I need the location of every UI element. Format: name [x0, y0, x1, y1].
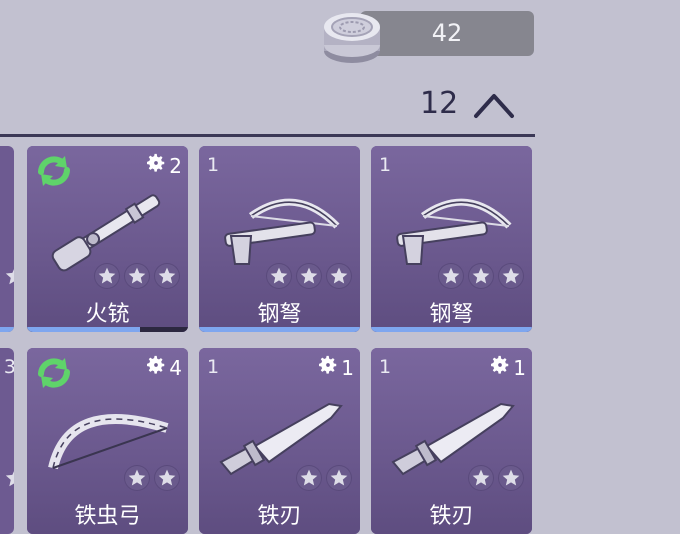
progress-fill — [371, 327, 532, 332]
item-count: 1 — [379, 154, 392, 176]
silver-coin-icon — [320, 5, 384, 69]
star-icon — [94, 263, 120, 289]
star-rating — [438, 263, 524, 289]
star-rating — [296, 465, 352, 491]
item-name: 铁虫弓 — [74, 504, 141, 529]
refresh-icon — [31, 152, 77, 190]
gear-icon — [489, 354, 511, 381]
item-name: 铁刃 — [257, 504, 302, 529]
gear-level: 1 — [489, 354, 526, 381]
star-icon — [296, 263, 322, 289]
currency-value: 42 — [431, 19, 463, 47]
star-icon — [154, 263, 180, 289]
gear-level-value: 2 — [169, 153, 182, 178]
star-rating — [94, 263, 180, 289]
star-icon — [124, 465, 150, 491]
star-icon — [468, 263, 494, 289]
gear-level-value: 1 — [513, 355, 526, 380]
inventory-card[interactable]: 1 钢弩 — [199, 146, 360, 332]
star-icon — [326, 263, 352, 289]
gear-icon — [317, 354, 339, 381]
star-icon — [266, 263, 292, 289]
header-divider — [0, 134, 535, 137]
inventory-card[interactable]: 4 铁虫弓 — [27, 348, 188, 534]
item-name: 火铳 — [85, 302, 130, 327]
star-icon — [498, 263, 524, 289]
progress-bar — [0, 327, 14, 332]
refresh-icon — [31, 354, 77, 392]
star-rating — [468, 465, 524, 491]
partial-card[interactable]: 3 — [0, 348, 14, 534]
gear-level: 1 — [317, 354, 354, 381]
item-count: 1 — [379, 356, 392, 378]
gear-level: 2 — [145, 152, 182, 179]
item-name: 铁刃 — [429, 504, 474, 529]
gear-icon — [145, 152, 167, 179]
item-count: 1 — [207, 154, 220, 176]
item-count: 3 — [3, 356, 14, 378]
star-icon — [4, 265, 14, 291]
progress-bar — [27, 327, 188, 332]
partial-card[interactable] — [0, 146, 14, 332]
item-count: 1 — [207, 356, 220, 378]
star-icon — [326, 465, 352, 491]
item-name: 钢弩 — [429, 302, 474, 327]
chevron-up-icon — [474, 94, 514, 118]
star-icon — [124, 263, 150, 289]
progress-bar — [371, 327, 532, 332]
inventory-card[interactable]: 1 1 铁刃 — [371, 348, 532, 534]
gear-level-value: 4 — [169, 355, 182, 380]
collapse-button[interactable] — [470, 88, 518, 122]
inventory-card[interactable]: 1 1 铁刃 — [199, 348, 360, 534]
gear-level-value: 1 — [341, 355, 354, 380]
gear-icon — [145, 354, 167, 381]
star-icon — [438, 263, 464, 289]
item-name: 钢弩 — [257, 302, 302, 327]
star-rating — [124, 465, 180, 491]
star-icon — [498, 465, 524, 491]
star-icon — [468, 465, 494, 491]
gear-level: 4 — [145, 354, 182, 381]
star-icon — [4, 467, 14, 493]
star-icon — [296, 465, 322, 491]
progress-fill — [199, 327, 360, 332]
star-rating — [266, 263, 352, 289]
inventory-card[interactable]: 2 火铳 — [27, 146, 188, 332]
progress-fill — [27, 327, 140, 332]
progress-bar — [199, 327, 360, 332]
star-icon — [154, 465, 180, 491]
inventory-count: 12 — [420, 86, 459, 121]
inventory-card[interactable]: 1 钢弩 — [371, 146, 532, 332]
